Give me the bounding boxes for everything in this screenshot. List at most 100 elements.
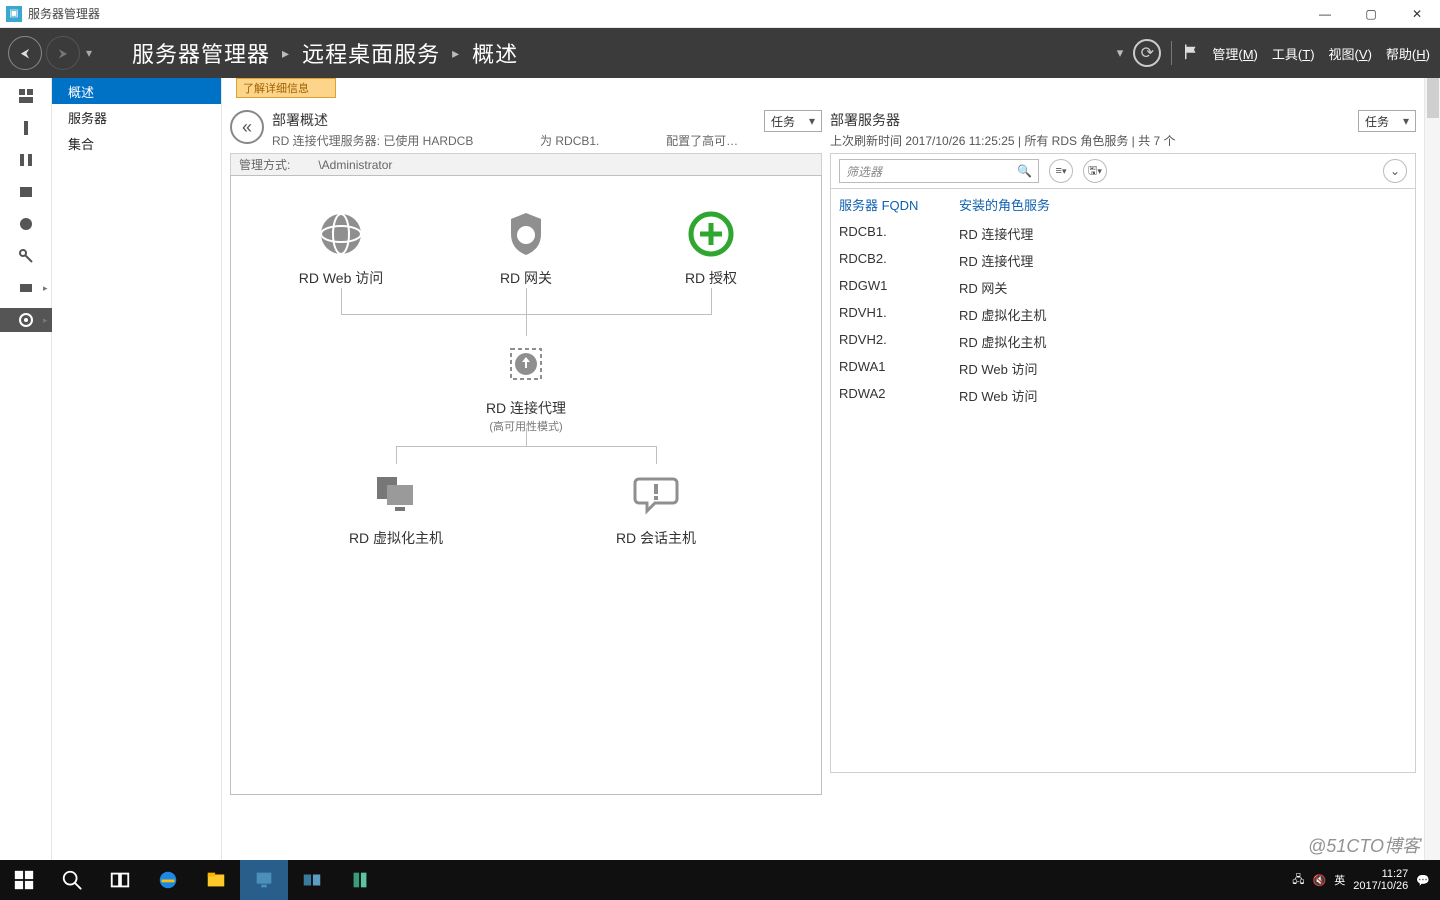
node-rd-virtualization-host[interactable]: RD 虚拟化主机	[326, 466, 466, 548]
connection-broker-icon	[498, 336, 554, 392]
taskbar-explorer-icon[interactable]	[192, 860, 240, 900]
taskbar: 🖧 🔇 英 11:27 2017/10/26 💬	[0, 860, 1440, 900]
tray-ime[interactable]: 英	[1334, 872, 1345, 888]
overview-collapse-icon[interactable]: «	[230, 110, 264, 144]
scroll-thumb[interactable]	[1427, 78, 1439, 118]
node-rd-session-host[interactable]: RD 会话主机	[586, 466, 726, 548]
search-icon[interactable]: 🔍	[1017, 164, 1032, 178]
menu-manage[interactable]: 管理(M)	[1210, 40, 1260, 67]
col-fqdn[interactable]: 服务器 FQDN	[839, 195, 959, 214]
mgmt-value: \Administrator	[318, 158, 392, 172]
tray-network-icon[interactable]: 🖧	[1292, 871, 1304, 890]
expand-panel-button[interactable]: ⌄	[1383, 159, 1407, 183]
group-by-dropdown[interactable]: ≡	[1049, 159, 1073, 183]
system-tray: 🖧 🔇 英 11:27 2017/10/26 💬	[1292, 868, 1440, 892]
tray-notifications-icon[interactable]: 💬	[1416, 874, 1430, 887]
table-row[interactable]: RDWA1RD Web 访问	[831, 355, 1415, 382]
table-row[interactable]: RDVH1.RD 虚拟化主机	[831, 301, 1415, 328]
deployment-diagram: RD Web 访问 RD 网关 RD 授权	[230, 175, 822, 795]
filter-placeholder: 筛选器	[846, 163, 882, 180]
node-rd-licensing[interactable]: RD 授权	[641, 206, 781, 288]
deploy-subtitle: 上次刷新时间 2017/10/26 11:25:25 | 所有 RDS 角色服务…	[830, 132, 1350, 149]
deploy-toolbar: 筛选器 🔍 ≡ 🖫 ⌄	[830, 153, 1416, 189]
taskbar-search-icon[interactable]	[48, 860, 96, 900]
taskbar-app2-icon[interactable]	[336, 860, 384, 900]
table-header: 服务器 FQDN 安装的角色服务	[831, 189, 1415, 220]
col-role[interactable]: 安装的角色服务	[959, 195, 1050, 214]
deploy-header: 部署服务器 上次刷新时间 2017/10/26 11:25:25 | 所有 RD…	[830, 110, 1416, 149]
menu-help[interactable]: 帮助(H)	[1384, 40, 1432, 67]
side-nav: 概述 服务器 集合	[52, 78, 222, 860]
nav-extra-dropdown[interactable]: ▾	[1117, 45, 1124, 61]
virtualization-host-icon	[368, 466, 424, 522]
table-row[interactable]: RDVH2.RD 虚拟化主机	[831, 328, 1415, 355]
maximize-button[interactable]: ▢	[1348, 0, 1394, 28]
chevron-right-icon: ▸	[452, 45, 460, 62]
table-row[interactable]: RDCB2.RD 连接代理	[831, 247, 1415, 274]
filter-input[interactable]: 筛选器 🔍	[839, 159, 1039, 183]
icon-rail	[0, 78, 52, 860]
rail-hyperv-icon[interactable]	[0, 276, 52, 300]
taskbar-server-manager-icon[interactable]	[240, 860, 288, 900]
watermark: @51CTO博客	[1308, 832, 1420, 858]
plus-circle-icon	[683, 206, 739, 262]
sidebar-item-collections[interactable]: 集合	[52, 130, 221, 156]
taskbar-ie-icon[interactable]	[144, 860, 192, 900]
app-icon: ▣	[6, 6, 22, 22]
start-button[interactable]	[0, 860, 48, 900]
session-host-icon	[628, 466, 684, 522]
deploy-servers-table: 服务器 FQDN 安装的角色服务 RDCB1.RD 连接代理 RDCB2.RD …	[830, 189, 1416, 773]
rail-key-icon[interactable]	[0, 244, 52, 268]
deploy-title: 部署服务器	[830, 110, 1350, 130]
overview-title: 部署概述	[272, 110, 756, 130]
minimize-button[interactable]: —	[1302, 0, 1348, 28]
mgmt-label: 管理方式:	[239, 156, 290, 173]
sidebar-item-overview[interactable]: 概述	[52, 78, 221, 104]
notifications-flag-icon[interactable]	[1182, 43, 1200, 64]
rail-file-services-icon[interactable]	[0, 180, 52, 204]
breadcrumb-section[interactable]: 远程桌面服务	[302, 37, 440, 69]
rail-local-server-icon[interactable]	[0, 116, 52, 140]
window-controls: — ▢ ✕	[1302, 0, 1440, 28]
info-hint-bar[interactable]: 了解详细信息	[236, 78, 336, 98]
node-rd-gateway[interactable]: RD 网关	[456, 206, 596, 288]
breadcrumb: 服务器管理器 ▸ 远程桌面服务 ▸ 概述	[132, 37, 518, 69]
shield-icon	[498, 206, 554, 262]
chevron-right-icon: ▸	[282, 45, 290, 62]
taskbar-app1-icon[interactable]	[288, 860, 336, 900]
overview-header: « 部署概述 RD 连接代理服务器: 已使用 HARDCB 为 RDCB1. 配…	[230, 110, 822, 149]
node-rd-web-access[interactable]: RD Web 访问	[271, 206, 411, 288]
rail-iis-icon[interactable]	[0, 212, 52, 236]
overview-subtitle: RD 连接代理服务器: 已使用 HARDCB 为 RDCB1. 配置了高可…	[272, 132, 756, 149]
navbar: ⮜ ⮞ ▾ 服务器管理器 ▸ 远程桌面服务 ▸ 概述 ▾ ⟳ 管理(M) 工具(…	[0, 28, 1440, 78]
globe-icon	[313, 206, 369, 262]
nav-dropdown-icon[interactable]: ▾	[86, 46, 92, 60]
rail-all-servers-icon[interactable]	[0, 148, 52, 172]
window-title: 服务器管理器	[28, 5, 100, 22]
breadcrumb-root[interactable]: 服务器管理器	[132, 37, 270, 69]
separator	[1171, 41, 1172, 65]
menu-view[interactable]: 视图(V)	[1327, 40, 1374, 67]
close-button[interactable]: ✕	[1394, 0, 1440, 28]
table-row[interactable]: RDCB1.RD 连接代理	[831, 220, 1415, 247]
save-query-dropdown[interactable]: 🖫	[1083, 159, 1107, 183]
titlebar: ▣ 服务器管理器 — ▢ ✕	[0, 0, 1440, 28]
tray-clock[interactable]: 11:27 2017/10/26	[1353, 868, 1408, 892]
vertical-scrollbar[interactable]	[1424, 78, 1440, 860]
sidebar-item-servers[interactable]: 服务器	[52, 104, 221, 130]
breadcrumb-page[interactable]: 概述	[472, 37, 518, 69]
rail-dashboard-icon[interactable]	[0, 84, 52, 108]
rail-rds-icon[interactable]	[0, 308, 52, 332]
task-view-icon[interactable]	[96, 860, 144, 900]
node-rd-connection-broker[interactable]: RD 连接代理 (高可用性模式)	[456, 336, 596, 434]
deploy-tasks-dropdown[interactable]: 任务	[1358, 110, 1416, 132]
menu-tools[interactable]: 工具(T)	[1270, 40, 1317, 67]
tray-volume-icon[interactable]: 🔇	[1313, 874, 1327, 887]
nav-back-button[interactable]: ⮜	[8, 36, 42, 70]
overview-tasks-dropdown[interactable]: 任务	[764, 110, 822, 132]
table-row[interactable]: RDGW1RD 网关	[831, 274, 1415, 301]
table-row[interactable]: RDWA2RD Web 访问	[831, 382, 1415, 409]
refresh-button[interactable]: ⟳	[1133, 39, 1161, 67]
management-bar: 管理方式: \Administrator	[230, 153, 822, 175]
nav-forward-button[interactable]: ⮞	[46, 36, 80, 70]
